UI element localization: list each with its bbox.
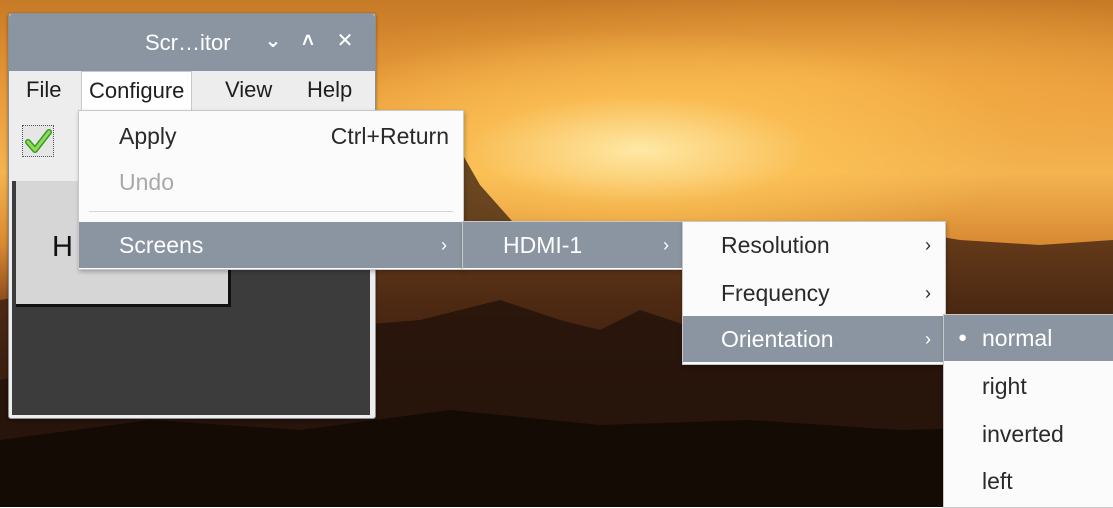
resolution-label: Resolution <box>721 232 830 258</box>
chevron-right-icon: › <box>663 235 669 255</box>
orientation-submenu: ● normal right inverted left <box>943 314 1113 508</box>
frequency-label: Frequency <box>721 280 830 306</box>
menu-item-frequency[interactable]: Frequency › <box>683 270 945 316</box>
close-button[interactable]: ✕ <box>335 29 355 53</box>
menu-configure[interactable]: Configure <box>81 71 193 112</box>
chevron-right-icon: › <box>925 283 931 303</box>
menu-help[interactable]: Help <box>300 71 359 111</box>
apply-toolbar-button[interactable] <box>22 125 54 157</box>
hdmi-1-submenu: Resolution › Frequency › Orientation › <box>682 221 946 365</box>
menu-file[interactable]: File <box>19 71 68 111</box>
menu-item-apply[interactable]: Apply Ctrl+Return <box>79 113 463 159</box>
left-label: left <box>982 468 1013 494</box>
chevron-right-icon: › <box>925 235 931 255</box>
screens-submenu: HDMI-1 › <box>462 221 684 270</box>
right-label: right <box>982 373 1027 399</box>
apply-shortcut: Ctrl+Return <box>330 123 449 149</box>
window-title: Scr…itor <box>145 30 231 55</box>
monitor-label: H <box>52 231 73 263</box>
menu-bar: File Configure View Help <box>9 71 375 112</box>
chevron-right-icon: › <box>925 329 931 349</box>
radio-selected-icon: ● <box>958 329 968 346</box>
orientation-item-normal[interactable]: ● normal <box>944 315 1113 361</box>
normal-label: normal <box>982 325 1053 351</box>
apply-label: Apply <box>119 123 177 149</box>
undo-label: Undo <box>119 169 174 195</box>
menu-view[interactable]: View <box>218 71 279 111</box>
check-icon <box>25 129 52 153</box>
chevron-right-icon: › <box>441 235 447 255</box>
maximize-button[interactable]: ˄ <box>298 29 318 53</box>
title-bar[interactable]: Scr…itor ⌄ ˄ ✕ <box>9 14 375 71</box>
configure-menu: Apply Ctrl+Return Undo Screens › <box>78 110 464 270</box>
orientation-item-left[interactable]: left <box>944 458 1113 504</box>
menu-separator <box>89 211 453 212</box>
orientation-label: Orientation <box>721 326 834 352</box>
hdmi-1-label: HDMI-1 <box>503 232 583 258</box>
menu-item-resolution[interactable]: Resolution › <box>683 222 945 268</box>
minimize-button[interactable]: ⌄ <box>263 29 283 53</box>
menu-item-orientation[interactable]: Orientation › <box>683 316 945 362</box>
orientation-item-inverted[interactable]: inverted <box>944 411 1113 457</box>
inverted-label: inverted <box>982 421 1064 447</box>
menu-item-hdmi-1[interactable]: HDMI-1 › <box>463 222 683 268</box>
screens-label: Screens <box>119 232 204 258</box>
orientation-item-right[interactable]: right <box>944 363 1113 409</box>
menu-item-undo[interactable]: Undo <box>79 159 463 205</box>
menu-item-screens[interactable]: Screens › <box>79 222 463 268</box>
